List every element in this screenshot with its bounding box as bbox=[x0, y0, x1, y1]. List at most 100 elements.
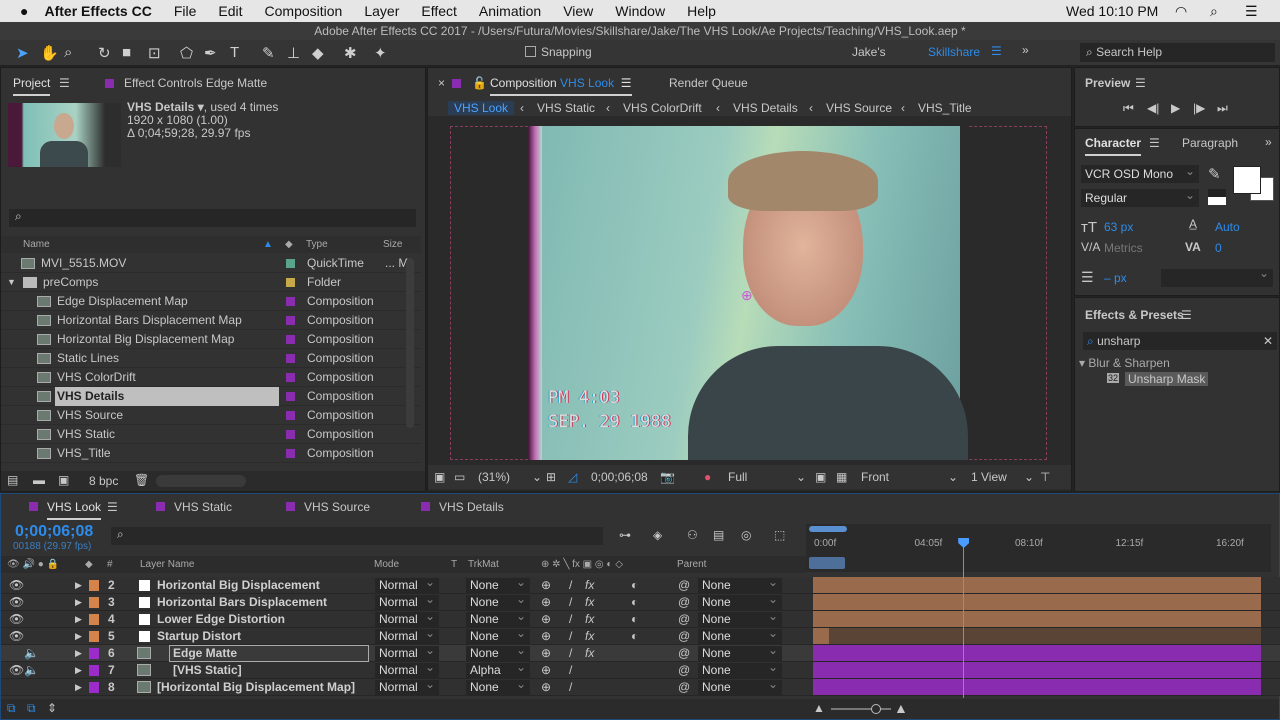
adjustment-layer-icon[interactable]: ◐ bbox=[631, 594, 638, 611]
project-item[interactable]: VHS Details Composition bbox=[1, 387, 421, 406]
fill-color-swatch[interactable] bbox=[1233, 166, 1261, 194]
pickwhip-icon[interactable]: @ bbox=[678, 594, 690, 611]
kerning-value[interactable]: Metrics bbox=[1104, 241, 1143, 255]
layer-name[interactable]: Horizontal Bars Displacement bbox=[157, 594, 327, 611]
layer-duration-bar[interactable] bbox=[813, 611, 1261, 627]
effect-switch-icon[interactable]: fx bbox=[585, 628, 594, 645]
layer-duration-bar[interactable] bbox=[813, 577, 1261, 593]
layer-row[interactable]: 👁🔈 ▶ 7 [VHS Static] Normal Alpha ⊕ / @ None bbox=[1, 660, 1280, 679]
layer-duration-bar[interactable] bbox=[813, 662, 1261, 678]
effect-category-blur-sharpen[interactable]: ▾ Blur & Sharpen bbox=[1079, 356, 1170, 370]
track-matte-dropdown[interactable]: None bbox=[466, 643, 530, 661]
font-size-value[interactable]: 63 px bbox=[1104, 220, 1133, 234]
pan-behind-tool-icon[interactable]: ⊡ bbox=[148, 44, 161, 62]
column-size[interactable]: Size bbox=[383, 236, 402, 253]
stroke-width-value[interactable]: – px bbox=[1104, 271, 1127, 285]
blend-mode-dropdown[interactable]: Normal bbox=[375, 677, 439, 695]
playhead[interactable] bbox=[958, 538, 970, 698]
layer-row[interactable]: 👁 ▶ 4 Lower Edge Distortion Normal None ⊕ / fx ◐ @… bbox=[1, 609, 1280, 628]
parent-dropdown[interactable]: None bbox=[698, 660, 782, 678]
layer-row[interactable]: 👁 ▶ 5 Startup Distort Normal None ⊕ / fx ◐ @ None bbox=[1, 626, 1280, 645]
track-matte-dropdown[interactable]: None bbox=[466, 592, 530, 610]
menu-effect[interactable]: Effect bbox=[421, 3, 457, 19]
project-item[interactable]: ▼ preComps Folder bbox=[1, 273, 421, 292]
brush-tool-icon[interactable]: ✎ bbox=[262, 44, 275, 62]
font-family-dropdown[interactable]: VCR OSD Mono bbox=[1081, 162, 1199, 183]
quality-switch-icon[interactable]: / bbox=[569, 662, 572, 679]
expand-layer-icon[interactable]: ▶ bbox=[75, 611, 82, 628]
menu-composition[interactable]: Composition bbox=[265, 3, 343, 19]
shy-switch-icon[interactable]: ⊕ bbox=[541, 645, 551, 662]
layer-label-color[interactable] bbox=[89, 597, 99, 608]
layer-label-color[interactable] bbox=[89, 580, 99, 591]
type-tool-icon[interactable]: T bbox=[230, 44, 239, 61]
visibility-eye-icon[interactable]: 👁 bbox=[9, 594, 24, 611]
pickwhip-icon[interactable]: @ bbox=[678, 645, 690, 662]
chevron-down-icon[interactable]: ⌄ bbox=[532, 465, 542, 489]
layer-name[interactable]: [VHS Static] bbox=[173, 662, 242, 679]
anchor-point-icon[interactable]: ⊕ bbox=[741, 287, 753, 304]
menu-view[interactable]: View bbox=[563, 3, 593, 19]
trash-icon[interactable]: 🗑 bbox=[134, 473, 149, 487]
quality-switch-icon[interactable]: / bbox=[569, 679, 572, 696]
panel-menu-icon[interactable]: ☰ bbox=[107, 500, 118, 514]
clock[interactable]: Wed 10:10 PM bbox=[1066, 3, 1158, 19]
blend-mode-dropdown[interactable]: Normal bbox=[375, 609, 439, 627]
viewer-timecode[interactable]: 0;00;06;08 bbox=[591, 465, 648, 489]
chevron-down-icon[interactable]: ⌄ bbox=[948, 465, 958, 489]
project-search-input[interactable]: ⌕ bbox=[9, 209, 416, 227]
adjustment-layer-icon[interactable]: ◐ bbox=[631, 577, 638, 594]
puppet-tool-icon[interactable]: ✦ bbox=[374, 44, 387, 62]
label-color[interactable] bbox=[286, 278, 295, 287]
lock-icon[interactable]: 🔓 bbox=[472, 76, 487, 90]
effect-switch-icon[interactable]: fx bbox=[585, 577, 594, 594]
magnification-dropdown[interactable]: (31%) bbox=[478, 465, 510, 489]
layer-duration-bar[interactable] bbox=[813, 645, 1261, 661]
layer-duration-bar[interactable] bbox=[813, 679, 1261, 695]
label-tag-icon[interactable]: ◆ bbox=[285, 236, 293, 253]
new-composition-icon[interactable]: ▣ bbox=[58, 473, 69, 487]
layer-name[interactable]: Lower Edge Distortion bbox=[157, 611, 285, 628]
parent-dropdown[interactable]: None bbox=[698, 643, 782, 661]
project-item[interactable]: Static Lines Composition bbox=[1, 349, 421, 368]
in-out-toggle-icon[interactable]: ⇕ bbox=[47, 701, 57, 715]
track-matte-dropdown[interactable]: None bbox=[466, 626, 530, 644]
eyedropper-icon[interactable]: ✎ bbox=[1208, 165, 1221, 183]
chevron-down-icon[interactable]: ⌄ bbox=[1024, 465, 1034, 489]
blend-mode-dropdown[interactable]: Normal bbox=[375, 660, 439, 678]
expand-layer-icon[interactable]: ▶ bbox=[75, 594, 82, 611]
tab-paragraph[interactable]: Paragraph bbox=[1182, 136, 1238, 150]
menu-layer[interactable]: Layer bbox=[364, 3, 399, 19]
label-color[interactable] bbox=[286, 297, 295, 306]
project-item[interactable]: Horizontal Bars Displacement Map Composit… bbox=[1, 311, 421, 330]
label-color[interactable] bbox=[286, 411, 295, 420]
first-frame-icon[interactable]: ⏮ bbox=[1123, 101, 1134, 116]
comp-viewer-frame[interactable]: PM 4:03 SEP. 29 1988 ⊕ bbox=[528, 126, 968, 460]
parent-dropdown[interactable]: None bbox=[698, 677, 782, 695]
graph-editor-icon[interactable]: ⬚ bbox=[774, 528, 785, 542]
track-matte-dropdown[interactable]: None bbox=[466, 575, 530, 593]
app-menu[interactable]: After Effects CC bbox=[44, 3, 151, 19]
effect-switch-icon[interactable]: fx bbox=[585, 645, 594, 662]
shape-tool-icon[interactable]: ⬠ bbox=[180, 44, 193, 62]
breadcrumb-item[interactable]: VHS Details bbox=[733, 101, 798, 115]
visibility-eye-icon[interactable]: 👁 bbox=[9, 628, 24, 645]
apple-icon[interactable]: ● bbox=[20, 3, 28, 19]
transfer-controls-toggle-icon[interactable]: ⧉ bbox=[27, 701, 36, 716]
time-ruler[interactable]: 0:00f 04:05f 08:10f 12:15f 16:20f bbox=[806, 524, 1271, 572]
layer-name[interactable]: [Horizontal Big Displacement Map] bbox=[157, 679, 355, 696]
stroke-style-dropdown[interactable] bbox=[1161, 266, 1273, 287]
play-icon[interactable]: ▶ bbox=[1171, 101, 1180, 115]
layer-row[interactable]: 👁 ▶ 2 Horizontal Big Displacement Normal None… bbox=[1, 575, 1280, 594]
track-matte-dropdown[interactable]: Alpha bbox=[466, 660, 530, 678]
project-item[interactable]: VHS ColorDrift Composition bbox=[1, 368, 421, 387]
project-scrollbar[interactable] bbox=[406, 258, 414, 428]
draft-3d-icon[interactable]: ◈ bbox=[653, 528, 662, 542]
column-name[interactable]: Name bbox=[23, 236, 50, 253]
layer-row[interactable]: 👁 ▶ 3 Horizontal Bars Displacement Normal Non… bbox=[1, 592, 1280, 611]
panel-menu-icon[interactable]: ☰ bbox=[1149, 136, 1160, 150]
next-frame-icon[interactable]: |▶ bbox=[1193, 101, 1205, 115]
always-preview-icon[interactable]: ▣ bbox=[434, 465, 445, 489]
layer-label-color[interactable] bbox=[89, 648, 99, 659]
interpret-footage-icon[interactable]: ▤ bbox=[7, 473, 18, 487]
